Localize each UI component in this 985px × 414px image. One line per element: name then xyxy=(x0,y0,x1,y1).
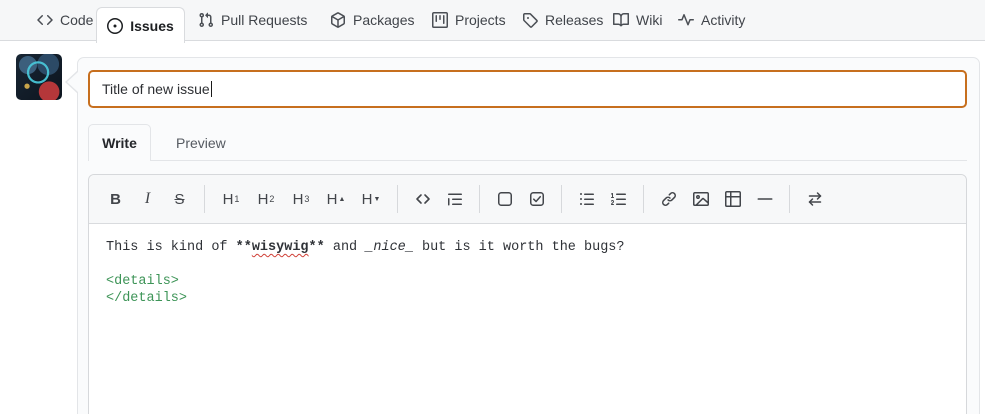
editor-line: <details> xyxy=(106,274,179,289)
bold-button[interactable]: B xyxy=(101,184,130,214)
quote-button[interactable] xyxy=(440,184,469,214)
tab-packages-label: Packages xyxy=(353,12,415,28)
checkbox-checked-icon xyxy=(529,192,544,206)
tab-projects[interactable]: Projects xyxy=(432,0,506,40)
list-unordered-button[interactable] xyxy=(572,184,601,214)
quote-icon xyxy=(447,193,462,206)
new-issue-page: Code Issues Pull Requests Packages Proje… xyxy=(0,0,985,414)
tab-activity[interactable]: Activity xyxy=(678,0,745,40)
checkbox-checked-button[interactable] xyxy=(522,184,551,214)
toolbar-separator xyxy=(204,185,205,213)
checkbox-empty-button[interactable] xyxy=(490,184,519,214)
tab-pull-requests[interactable]: Pull Requests xyxy=(198,0,307,40)
tab-wiki[interactable]: Wiki xyxy=(613,0,662,40)
italic-button[interactable]: I xyxy=(133,184,162,214)
issue-opened-icon xyxy=(107,17,124,34)
editor-line: </details> xyxy=(106,291,188,306)
switch-arrows-icon xyxy=(808,192,821,206)
issue-title-value: Title of new issue xyxy=(102,81,210,97)
tab-issues-label: Issues xyxy=(130,17,174,34)
toolbar-separator xyxy=(789,185,790,213)
table-icon xyxy=(724,191,741,207)
markdown-toolbar: B I S H1 H2 H3 H ▲ H ▼ xyxy=(89,175,966,224)
list-ordered-button[interactable] xyxy=(604,184,633,214)
tab-packages[interactable]: Packages xyxy=(330,0,414,40)
heading-1-button[interactable]: H1 xyxy=(215,184,247,214)
user-avatar xyxy=(16,54,62,100)
tab-code[interactable]: Code xyxy=(37,0,93,40)
toolbar-separator xyxy=(561,185,562,213)
editor-tabs: Write Preview xyxy=(88,124,967,161)
tab-projects-label: Projects xyxy=(455,12,506,28)
heading-decrease-button[interactable]: H ▼ xyxy=(355,184,387,214)
repo-nav: Code Issues Pull Requests Packages Proje… xyxy=(0,0,985,43)
tag-icon xyxy=(523,13,538,28)
editor-content[interactable]: This is kind of **wisywig** and _nice_ b… xyxy=(90,225,965,414)
list-unordered-icon xyxy=(579,193,594,205)
toolbar-separator xyxy=(479,185,480,213)
tab-releases-label: Releases xyxy=(545,12,604,28)
heading-increase-button[interactable]: H ▲ xyxy=(320,184,352,214)
tab-preview[interactable]: Preview xyxy=(151,124,251,161)
tab-releases[interactable]: Releases xyxy=(522,0,603,40)
checkbox-empty-icon xyxy=(497,192,512,206)
code-button[interactable] xyxy=(408,184,437,214)
tab-write[interactable]: Write xyxy=(88,124,151,161)
link-icon xyxy=(661,191,676,207)
tab-wiki-label: Wiki xyxy=(636,12,663,28)
strikethrough-button[interactable]: S xyxy=(165,184,194,214)
heading-3-button[interactable]: H3 xyxy=(285,184,317,214)
editor-line: This is kind of **wisywig** and _nice_ b… xyxy=(106,240,625,255)
image-icon xyxy=(692,192,709,206)
horizontal-rule-icon xyxy=(757,198,772,200)
code-icon xyxy=(37,14,53,26)
issue-title-input[interactable]: Title of new issue xyxy=(88,70,967,108)
pulse-icon xyxy=(678,14,694,26)
tab-pull-requests-label: Pull Requests xyxy=(221,12,308,28)
package-icon xyxy=(331,12,345,28)
tab-activity-label: Activity xyxy=(701,12,746,28)
text-cursor xyxy=(210,81,212,97)
tab-issues[interactable]: Issues xyxy=(96,7,185,43)
heading-2-button[interactable]: H2 xyxy=(250,184,282,214)
image-button[interactable] xyxy=(686,184,715,214)
table-button[interactable] xyxy=(718,184,747,214)
switch-editor-button[interactable] xyxy=(800,184,829,214)
project-icon xyxy=(432,12,448,28)
markdown-editor: B I S H1 H2 H3 H ▲ H ▼ This is kind of *… xyxy=(88,174,967,414)
git-pull-request-icon xyxy=(199,12,214,28)
toolbar-separator xyxy=(643,185,644,213)
toolbar-separator xyxy=(397,185,398,213)
triangle-up-icon: ▲ xyxy=(338,195,346,203)
link-button[interactable] xyxy=(654,184,683,214)
list-ordered-icon xyxy=(610,193,626,205)
book-icon xyxy=(613,12,629,27)
triangle-down-icon: ▼ xyxy=(373,195,381,203)
code-icon xyxy=(415,194,430,204)
tab-code-label: Code xyxy=(60,12,94,28)
horizontal-rule-button[interactable] xyxy=(750,184,779,214)
